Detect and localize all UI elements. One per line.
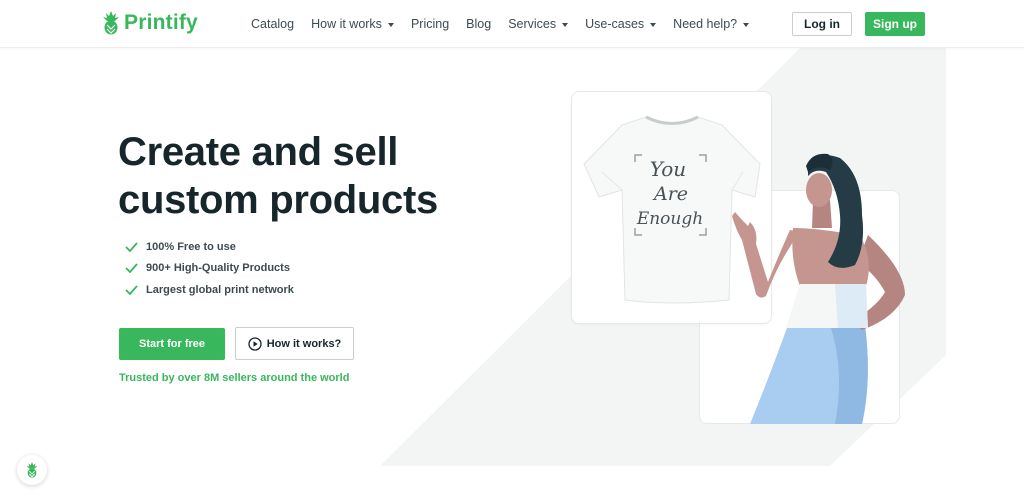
nav-item-blog[interactable]: Blog: [466, 17, 491, 31]
site-header: Printify Catalog How it works Pricing Bl…: [0, 0, 1024, 48]
hero-headline: Create and sell custom products: [118, 128, 438, 224]
printify-logo[interactable]: Printify: [102, 11, 198, 35]
chevron-down-icon: [650, 22, 657, 27]
main-nav: Catalog How it works Pricing Blog Servic…: [251, 0, 766, 48]
nav-item-pricing[interactable]: Pricing: [411, 17, 449, 31]
nav-item-need-help[interactable]: Need help?: [673, 17, 750, 31]
play-circle-icon: [248, 336, 262, 351]
chevron-down-icon: [743, 22, 750, 27]
headline-line-1: Create and sell: [118, 130, 399, 174]
shirt-print-line-1: You: [650, 157, 686, 181]
chat-widget-button[interactable]: [17, 455, 47, 485]
nav-item-services[interactable]: Services: [508, 17, 569, 31]
nav-item-how-it-works[interactable]: How it works: [311, 17, 394, 31]
trusted-by-text: Trusted by over 8M sellers around the wo…: [119, 372, 350, 384]
signup-button[interactable]: Sign up: [865, 12, 925, 36]
feature-list: 100% Free to use 900+ High-Quality Produ…: [125, 236, 294, 301]
nav-item-use-cases[interactable]: Use-cases: [585, 17, 657, 31]
headline-line-2: custom products: [118, 178, 438, 222]
start-for-free-button[interactable]: Start for free: [119, 328, 225, 360]
checkmark-icon: [125, 242, 138, 252]
how-it-works-button[interactable]: How it works?: [235, 327, 354, 360]
pineapple-logo-icon: [103, 11, 119, 35]
login-button[interactable]: Log in: [792, 12, 852, 36]
checkmark-icon: [125, 285, 138, 295]
chevron-down-icon: [562, 22, 569, 27]
logo-text: Printify: [124, 11, 198, 34]
shirt-print-line-2: Are: [652, 183, 688, 205]
nav-item-catalog[interactable]: Catalog: [251, 17, 294, 31]
shirt-print-line-3: Enough: [636, 209, 703, 229]
feature-item: 100% Free to use: [125, 236, 294, 258]
pineapple-chat-icon: [26, 462, 38, 478]
feature-item: 900+ High-Quality Products: [125, 258, 294, 280]
feature-item: Largest global print network: [125, 279, 294, 301]
woman-illustration: [732, 153, 905, 424]
chevron-down-icon: [387, 22, 394, 27]
checkmark-icon: [125, 263, 138, 274]
